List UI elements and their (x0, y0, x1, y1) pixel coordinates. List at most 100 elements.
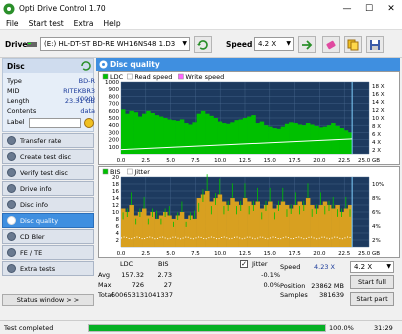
panel-title: Disc quality (110, 60, 160, 69)
jitter-point (339, 237, 341, 239)
data-spike (261, 212, 263, 220)
nav-disc-quality[interactable]: Disc quality (2, 213, 94, 228)
data-spike (265, 200, 267, 211)
nav-extra-tests[interactable]: Extra tests (2, 261, 94, 276)
y-tick-label: 6 (116, 224, 120, 230)
disc-type-row: Type BD-R (7, 77, 95, 85)
data-spike (320, 192, 321, 206)
nav-create-test-disc[interactable]: Create test disc (2, 149, 94, 164)
x-tick-label: 0.0 (117, 251, 126, 257)
status-bar: Test completed 100.0% 31:29 (0, 320, 402, 334)
y-tick-label: 600 (109, 109, 120, 115)
jitter-point (198, 236, 200, 238)
jitter-point (323, 236, 325, 238)
apply-speed-button[interactable] (298, 36, 316, 53)
transfer-rate-icon (7, 136, 16, 145)
data-bar (230, 122, 235, 154)
minimize-button[interactable]: — (336, 0, 358, 17)
data-bar (137, 212, 143, 247)
disc-length-row: Length 23.31 GB (7, 97, 95, 105)
start-full-button[interactable]: Start full (350, 275, 394, 289)
nav-cd-bler[interactable]: CD Bler (2, 229, 94, 244)
x-tick-label: 5.0 (166, 251, 175, 257)
disc-label-input[interactable] (29, 118, 81, 128)
x-tick-label: 2.5 (141, 158, 150, 164)
fe-te-icon (7, 248, 16, 257)
menu-start-test[interactable]: Start test (29, 19, 64, 28)
data-bar (331, 123, 336, 154)
jitter-checkbox[interactable]: ✓ (240, 260, 248, 268)
disc-field-label: Label (7, 118, 25, 126)
y-tick-label: 16 (112, 189, 119, 195)
test-speed-select[interactable]: 4.2 X ▼ (350, 261, 394, 273)
y-right-tick-label: 14 X (372, 100, 385, 106)
data-bar (318, 205, 324, 247)
y-tick-label: 200 (109, 138, 120, 144)
legend-label: Write speed (185, 73, 224, 81)
status-window-button[interactable]: Status window > > (2, 294, 94, 306)
data-bar (301, 125, 307, 154)
data-bar (221, 123, 227, 154)
start-part-button[interactable]: Start part (350, 292, 394, 306)
speed-select[interactable]: 4.2 X ▼ (254, 37, 294, 51)
position-label: Position (280, 282, 306, 290)
data-bar (284, 123, 290, 154)
nav-transfer-rate[interactable]: Transfer rate (2, 133, 94, 148)
drive-select[interactable]: (E:) HL-DT-ST BD-RE WH16NS48 1.D3 ▼ (40, 37, 190, 51)
label-edit-icon[interactable] (84, 118, 94, 128)
y-right-tick-label: 16 X (372, 92, 385, 98)
y-tick-label: 12 (112, 203, 119, 209)
data-spike (248, 206, 250, 215)
jitter-point (272, 236, 274, 238)
nav-disc-info[interactable]: Disc info (2, 197, 94, 212)
menu-help[interactable]: Help (103, 19, 120, 28)
jitter-point (159, 236, 161, 238)
menu-file[interactable]: File (6, 19, 19, 28)
data-bar (301, 205, 307, 247)
x-tick-label: 2.5 (141, 251, 150, 257)
copy-button[interactable] (344, 36, 362, 53)
data-spike (286, 209, 288, 217)
nav-fe-te[interactable]: FE / TE (2, 245, 94, 260)
y-tick-label: 4 (116, 231, 120, 237)
jitter-point (203, 237, 205, 239)
jitter-point (185, 236, 187, 238)
data-spike (341, 208, 343, 217)
maximize-button[interactable]: ☐ (358, 0, 380, 17)
refresh-icon (197, 39, 208, 50)
x-tick-label: 5.0 (166, 158, 175, 164)
data-spike (311, 209, 313, 217)
erase-button[interactable] (322, 36, 340, 53)
nav-verify-test-disc[interactable]: Verify test disc (2, 165, 94, 180)
jitter-point (136, 236, 138, 238)
data-bar (226, 123, 231, 154)
refresh-drive-button[interactable] (194, 36, 212, 53)
jitter-point (244, 237, 246, 239)
verify-disc-icon (7, 168, 16, 177)
menu-extra[interactable]: Extra (74, 19, 94, 28)
nav-drive-info[interactable]: Drive info (2, 181, 94, 196)
data-bar (293, 205, 298, 247)
app-icon (3, 3, 15, 14)
data-bar (289, 122, 294, 154)
data-spike (139, 208, 141, 217)
disc-refresh-icon[interactable] (81, 61, 91, 71)
data-spike (177, 212, 179, 221)
close-button[interactable]: ✕ (380, 0, 402, 17)
jitter-point (138, 237, 140, 239)
data-spike (290, 204, 292, 214)
jitter-point (162, 236, 164, 238)
jitter-point (131, 238, 133, 240)
jitter-point (341, 238, 343, 240)
nav-label: CD Bler (20, 232, 45, 241)
save-button[interactable] (366, 36, 384, 53)
data-spike (223, 206, 225, 215)
x-tick-label: 15.0 (264, 251, 277, 257)
speed-select-value: 4.2 X (258, 40, 277, 48)
jitter-point (133, 237, 135, 239)
speed-label: Speed (226, 40, 253, 49)
x-tick-label: 0.0 (117, 158, 126, 164)
disc-quality-icon (7, 216, 16, 225)
nav-label: Disc info (20, 200, 49, 209)
legend-swatch (102, 73, 109, 80)
